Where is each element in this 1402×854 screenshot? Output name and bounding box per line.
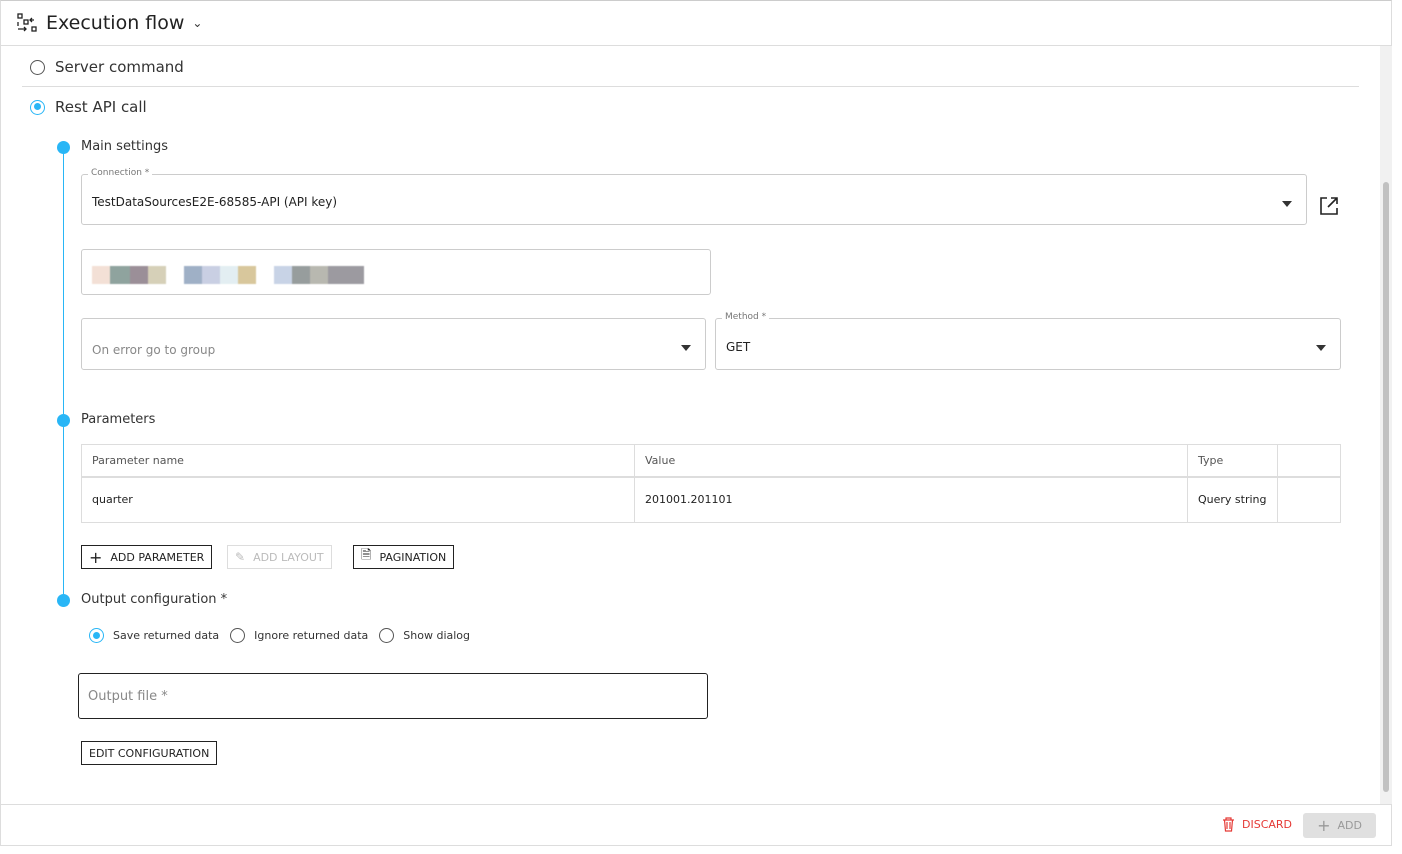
parameters-table: Parameter name Value Type quarter 201001… bbox=[81, 444, 1341, 523]
cell-value[interactable]: 201001.201101 bbox=[634, 476, 1188, 523]
section-parameters: Parameters bbox=[81, 412, 156, 427]
section-main-settings: Main settings bbox=[81, 139, 169, 154]
step-dot bbox=[57, 414, 70, 427]
page-title[interactable]: Execution flow bbox=[46, 12, 184, 34]
radio-label: Rest API call bbox=[55, 98, 147, 116]
on-error-select[interactable]: On error go to group bbox=[81, 318, 706, 370]
dialog bbox=[0, 0, 1392, 846]
table-header: Parameter name Value Type bbox=[81, 444, 1341, 478]
header: Execution flow ⌄ bbox=[0, 0, 1392, 46]
radio-label: Ignore returned data bbox=[254, 629, 369, 642]
radio-save-returned-data[interactable] bbox=[89, 628, 104, 643]
column-header: Parameter name bbox=[81, 444, 635, 478]
cell-actions[interactable] bbox=[1277, 476, 1341, 523]
output-options: Save returned data Ignore returned data … bbox=[89, 628, 470, 643]
caret-down-icon[interactable] bbox=[681, 345, 691, 351]
discard-button[interactable]: DISCARD bbox=[1222, 817, 1292, 832]
column-header: Value bbox=[634, 444, 1188, 478]
redacted-field[interactable] bbox=[81, 249, 711, 295]
edit-configuration-button[interactable]: EDIT CONFIGURATION bbox=[81, 741, 218, 765]
radio-rest-api-call[interactable]: Rest API call bbox=[30, 98, 147, 116]
button-label: DISCARD bbox=[1242, 818, 1293, 831]
open-external-icon[interactable] bbox=[1318, 195, 1340, 217]
divider bbox=[22, 86, 1359, 87]
caret-down-icon[interactable] bbox=[1316, 345, 1326, 351]
add-button[interactable]: + ADD bbox=[1303, 813, 1376, 838]
field-label: Connection * bbox=[88, 168, 153, 178]
step-dot bbox=[57, 594, 70, 607]
cell-name[interactable]: quarter bbox=[81, 476, 635, 523]
redacted-content bbox=[92, 266, 364, 284]
radio-server-command[interactable]: Server command bbox=[30, 58, 184, 76]
field-placeholder: On error go to group bbox=[92, 343, 216, 357]
radio-ignore-returned-data[interactable] bbox=[230, 628, 246, 643]
button-label: PAGINATION bbox=[379, 550, 447, 564]
column-header: Type bbox=[1187, 444, 1278, 478]
output-file-input[interactable]: Output file * bbox=[78, 673, 708, 719]
step-dot bbox=[57, 141, 70, 154]
field-value: GET bbox=[726, 340, 751, 354]
flow-icon bbox=[17, 12, 37, 32]
radio-icon[interactable] bbox=[30, 99, 45, 115]
radio-show-dialog[interactable] bbox=[379, 628, 395, 643]
radio-label: Show dialog bbox=[403, 629, 471, 642]
add-layout-button[interactable]: ✎ ADD LAYOUT bbox=[227, 545, 332, 569]
connection-select[interactable]: Connection * TestDataSourcesE2E-68585-AP… bbox=[81, 168, 1307, 225]
table-row[interactable]: quarter 201001.201101 Query string bbox=[81, 476, 1341, 523]
radio-label: Save returned data bbox=[113, 629, 220, 642]
field-label: Method * bbox=[722, 312, 770, 322]
method-select[interactable]: Method * GET bbox=[715, 312, 1341, 370]
cell-type[interactable]: Query string bbox=[1187, 476, 1278, 523]
footer-divider bbox=[0, 804, 1392, 805]
button-label: ADD bbox=[1337, 819, 1362, 832]
plus-icon: + bbox=[1317, 816, 1331, 835]
trash-icon bbox=[1223, 817, 1234, 832]
chevron-down-icon[interactable]: ⌄ bbox=[192, 16, 202, 30]
button-label: ADD PARAMETER bbox=[110, 550, 205, 564]
scrollbar-thumb[interactable] bbox=[1383, 182, 1389, 792]
scrollbar[interactable] bbox=[1380, 46, 1392, 804]
plus-icon: + bbox=[89, 547, 103, 567]
field-placeholder: Output file * bbox=[88, 689, 168, 704]
layout-icon: ✎ bbox=[235, 550, 246, 564]
add-parameter-button[interactable]: + ADD PARAMETER bbox=[81, 545, 213, 569]
radio-icon[interactable] bbox=[30, 59, 45, 75]
radio-label: Server command bbox=[55, 58, 184, 76]
stepper-line bbox=[63, 147, 64, 600]
pagination-button[interactable]: 🗎 PAGINATION bbox=[353, 545, 455, 569]
button-label: EDIT CONFIGURATION bbox=[89, 746, 210, 760]
column-header bbox=[1277, 444, 1341, 478]
caret-down-icon[interactable] bbox=[1282, 201, 1292, 207]
button-label: ADD LAYOUT bbox=[253, 550, 324, 564]
field-value: TestDataSourcesE2E-68585-API (API key) bbox=[92, 195, 338, 209]
document-icon: 🗎 bbox=[361, 548, 372, 563]
section-output-configuration: Output configuration * bbox=[81, 592, 228, 607]
